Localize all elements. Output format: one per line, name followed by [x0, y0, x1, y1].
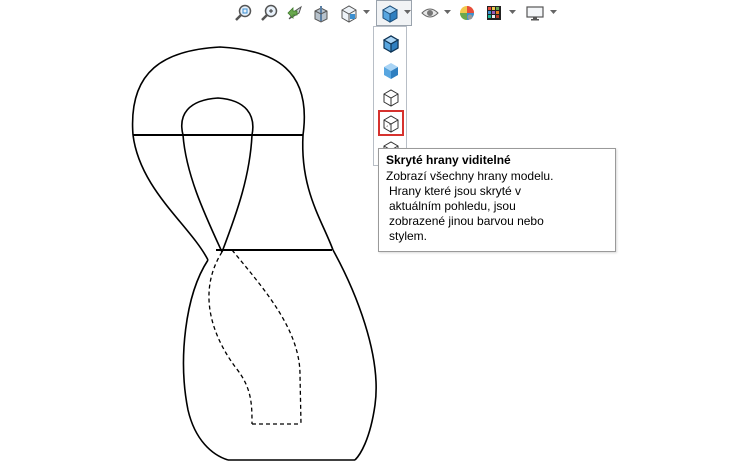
model-inner-loop-edge: [181, 97, 254, 136]
model-inner-left-edge: [182, 134, 223, 253]
model-left-outer-upper-edge: [132, 134, 209, 261]
tooltip-line: stylem.: [389, 229, 428, 243]
tooltip-line: zobrazené jinou barvou nebo: [389, 214, 544, 228]
tooltip-line: aktuálním pohledu, jsou: [389, 199, 516, 213]
model-hidden-right-edge: [231, 249, 302, 425]
model-lower-right-edge: [332, 249, 377, 461]
model-lower-left-edge: [182, 259, 229, 461]
tooltip-line: Hrany které jsou skryté v: [389, 184, 522, 198]
model-right-outer-upper-edge: [301, 134, 334, 251]
tooltip-line: Zobrazí všechny hrany modelu.: [386, 169, 554, 183]
model-hidden-left-edge: [208, 251, 253, 425]
model-viewport: [131, 46, 377, 461]
model-inner-right-edge: [221, 134, 253, 253]
model-top-outer-edge: [131, 46, 306, 136]
tooltip-title: Skryté hrany viditelné: [386, 153, 511, 167]
tooltip-hidden-lines-visible: Skryté hrany viditelné Zobrazí všechny h…: [378, 148, 616, 252]
